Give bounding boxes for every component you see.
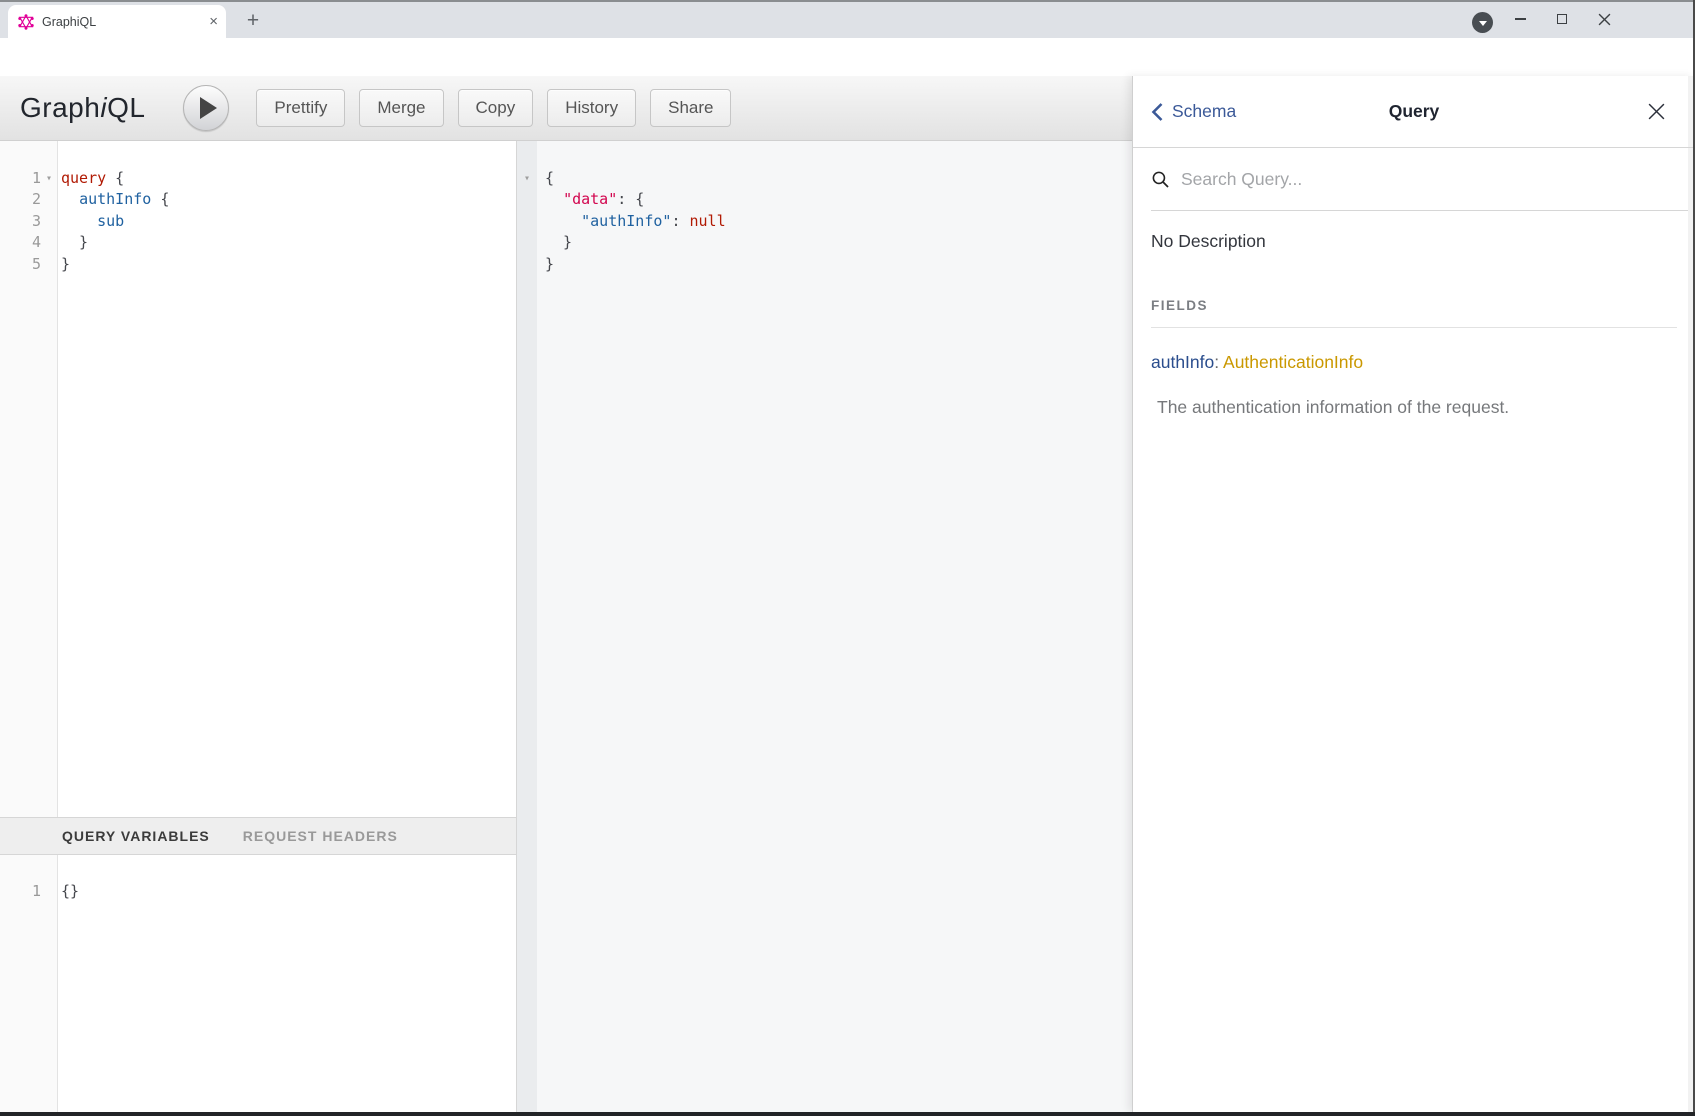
secondary-editor-tabs: QUERY VARIABLES REQUEST HEADERS bbox=[0, 817, 516, 855]
query-editor[interactable]: 1▾query { 2 authInfo { 3 sub 4 } 5} bbox=[0, 141, 516, 817]
code-line: "data": { bbox=[537, 189, 644, 210]
history-button[interactable]: History bbox=[547, 89, 636, 127]
doc-close-button[interactable] bbox=[1643, 98, 1669, 124]
fold-arrow-icon[interactable]: ▾ bbox=[517, 168, 537, 189]
window-bottom-edge bbox=[0, 1112, 1695, 1116]
editor-column: 1▾query {2 authInfo {3 sub4 }5} QUERY VA… bbox=[0, 141, 517, 1112]
close-icon bbox=[1647, 102, 1666, 121]
graphiql-main: GraphiQL Prettify Merge Copy History Sha… bbox=[0, 76, 1132, 1112]
field-type-link[interactable]: AuthenticationInfo bbox=[1223, 352, 1363, 372]
code-line: "authInfo": null bbox=[537, 211, 726, 232]
result-pane: ▾{ "data": { "authInfo": null }} bbox=[517, 141, 1132, 1112]
line-number: 4 bbox=[0, 232, 41, 253]
fold-gutter bbox=[41, 189, 57, 210]
fold-gutter bbox=[517, 189, 537, 210]
browser-tab-graphiql[interactable]: GraphiQL × bbox=[8, 5, 226, 38]
fold-gutter bbox=[517, 232, 537, 253]
doc-explorer-content: No Description FIELDS authInfo: Authenti… bbox=[1133, 211, 1695, 1112]
merge-button[interactable]: Merge bbox=[359, 89, 443, 127]
code-line: sub bbox=[57, 211, 124, 232]
fold-arrow-icon[interactable]: ▾ bbox=[41, 168, 57, 189]
tab-search-button[interactable] bbox=[1472, 12, 1493, 33]
code-line: query { bbox=[57, 168, 124, 189]
window-maximize-button[interactable] bbox=[1542, 0, 1582, 38]
code-line: } bbox=[537, 232, 572, 253]
tab-close-icon[interactable]: × bbox=[209, 14, 218, 29]
line-number: 3 bbox=[0, 211, 41, 232]
variables-editor[interactable]: 1 {} bbox=[0, 855, 516, 1112]
line-number: 1 bbox=[0, 168, 41, 189]
result-code: ▾{ "data": { "authInfo": null }} bbox=[517, 141, 1132, 1112]
close-icon bbox=[1598, 13, 1611, 26]
field-description: The authentication information of the re… bbox=[1157, 397, 1677, 418]
line-number: 2 bbox=[0, 189, 41, 210]
code-line: {} bbox=[57, 881, 79, 902]
window-top-edge bbox=[0, 0, 1695, 2]
tab-request-headers[interactable]: REQUEST HEADERS bbox=[243, 828, 398, 844]
browser-toolbar: localhost:3000/graphql ☆ P Tp L bbox=[0, 38, 1695, 76]
window-close-button[interactable] bbox=[1584, 0, 1624, 38]
doc-search-row bbox=[1151, 148, 1695, 211]
fold-gutter bbox=[41, 881, 57, 902]
code-line: } bbox=[57, 254, 70, 275]
fold-gutter bbox=[41, 232, 57, 253]
doc-search-input[interactable] bbox=[1181, 169, 1561, 190]
field-row-authinfo: authInfo: AuthenticationInfo bbox=[1151, 352, 1677, 373]
doc-explorer-title: Query bbox=[1133, 101, 1695, 122]
play-icon bbox=[200, 97, 217, 119]
code-line: } bbox=[57, 232, 88, 253]
workspace: 1▾query {2 authInfo {3 sub4 }5} QUERY VA… bbox=[0, 141, 1132, 1112]
fold-gutter bbox=[517, 254, 537, 275]
query-code[interactable]: 1▾query { 2 authInfo { 3 sub 4 } 5} bbox=[0, 141, 516, 817]
window-minimize-button[interactable] bbox=[1500, 0, 1540, 38]
graphiql-logo: GraphiQL bbox=[20, 92, 145, 124]
fields-heading: FIELDS bbox=[1151, 298, 1677, 328]
search-icon bbox=[1151, 170, 1170, 189]
fold-gutter bbox=[517, 211, 537, 232]
share-button[interactable]: Share bbox=[650, 89, 731, 127]
variables-code[interactable]: 1 {} bbox=[0, 855, 516, 1112]
graphql-favicon-icon bbox=[18, 14, 34, 30]
tab-title: GraphiQL bbox=[42, 15, 209, 29]
graphiql-topbar: GraphiQL Prettify Merge Copy History Sha… bbox=[0, 76, 1132, 141]
line-number: 5 bbox=[0, 254, 41, 275]
tab-query-variables[interactable]: QUERY VARIABLES bbox=[62, 828, 210, 844]
fold-gutter bbox=[41, 254, 57, 275]
browser-titlebar: GraphiQL × + bbox=[0, 0, 1695, 38]
doc-explorer-panel: Query Schema No Description FIELDS bbox=[1132, 76, 1695, 1112]
graphiql-app: GraphiQL Prettify Merge Copy History Sha… bbox=[0, 76, 1695, 1112]
caret-down-icon bbox=[1479, 21, 1487, 26]
fold-gutter bbox=[41, 211, 57, 232]
doc-explorer-header: Query Schema bbox=[1133, 76, 1695, 148]
field-separator: : bbox=[1214, 352, 1223, 372]
new-tab-button[interactable]: + bbox=[240, 8, 266, 34]
line-number: 1 bbox=[0, 881, 41, 902]
code-line: } bbox=[537, 254, 554, 275]
copy-button[interactable]: Copy bbox=[458, 89, 534, 127]
field-name-link[interactable]: authInfo bbox=[1151, 352, 1214, 372]
code-line: authInfo { bbox=[57, 189, 169, 210]
prettify-button[interactable]: Prettify bbox=[256, 89, 345, 127]
code-line: { bbox=[537, 168, 554, 189]
type-description: No Description bbox=[1151, 231, 1677, 252]
execute-query-button[interactable] bbox=[183, 85, 229, 131]
